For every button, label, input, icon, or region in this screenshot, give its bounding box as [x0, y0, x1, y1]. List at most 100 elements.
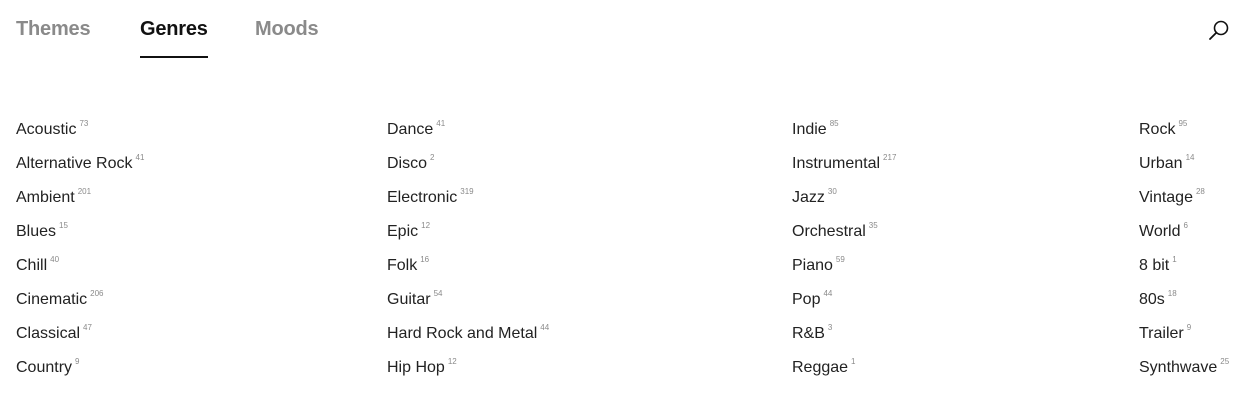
- genre-link[interactable]: Vintage 28: [1139, 180, 1229, 214]
- genre-link[interactable]: World 6: [1139, 214, 1229, 248]
- tab-genres[interactable]: Genres: [140, 18, 208, 58]
- genre-link[interactable]: Chill 40: [16, 248, 144, 282]
- genre-name: World: [1139, 223, 1181, 240]
- genre-count: 217: [883, 153, 897, 162]
- search-icon: [1209, 20, 1229, 40]
- genre-name: Guitar: [387, 291, 431, 308]
- tab-moods-label: Moods: [255, 18, 319, 40]
- genre-count: 201: [77, 187, 92, 196]
- genre-count: 12: [447, 357, 457, 366]
- genre-count: 54: [433, 289, 443, 298]
- genre-name: Jazz: [792, 189, 825, 206]
- genre-name: Folk: [387, 257, 418, 274]
- genre-link[interactable]: Hip Hop 12: [387, 350, 549, 384]
- genre-link[interactable]: Alternative Rock 41: [16, 146, 144, 180]
- genre-name: Indie: [792, 121, 827, 138]
- active-tab-underline: [140, 56, 208, 58]
- genre-link[interactable]: Reggae 1: [792, 350, 896, 384]
- genre-count: 1: [851, 357, 856, 366]
- genre-link[interactable]: Disco 2: [387, 146, 549, 180]
- genre-count: 18: [1167, 289, 1177, 298]
- genre-name: Country: [16, 359, 73, 376]
- genre-link[interactable]: Electronic 319: [387, 180, 549, 214]
- genre-name: Chill: [16, 257, 48, 274]
- genre-count: 28: [1195, 187, 1205, 196]
- genre-link[interactable]: Dance 41: [387, 112, 549, 146]
- genre-name: Vintage: [1139, 189, 1193, 206]
- genre-column-4: Rock 95 Urban 14 Vintage 28 World 6 8 bit 1 8…: [1139, 112, 1229, 384]
- genre-count: 9: [1186, 323, 1192, 332]
- genre-count: 85: [829, 119, 839, 128]
- genre-count: 95: [1178, 119, 1188, 128]
- genre-column-1: Acoustic 73 Alternative Rock 41 Ambient 201…: [16, 112, 144, 384]
- genre-link[interactable]: Instrumental 217: [792, 146, 896, 180]
- tab-themes-label: Themes: [16, 18, 91, 40]
- genre-count: 12: [421, 221, 431, 230]
- genre-link[interactable]: Rock 95: [1139, 112, 1229, 146]
- genre-name: Dance: [387, 121, 434, 138]
- genre-link[interactable]: 8 bit 1: [1139, 248, 1229, 282]
- genre-link[interactable]: Classical 47: [16, 316, 144, 350]
- genre-count: 3: [827, 323, 833, 332]
- genre-name: Acoustic: [16, 121, 77, 138]
- genre-name: Synthwave: [1139, 359, 1218, 376]
- genre-name: Ambient: [16, 189, 75, 206]
- genre-name: Reggae: [792, 359, 849, 376]
- genre-name: Hard Rock and Metal: [387, 325, 538, 342]
- genre-link[interactable]: Pop 44: [792, 282, 896, 316]
- genre-name: Disco: [387, 155, 428, 172]
- genre-count: 30: [827, 187, 837, 196]
- genre-count: 16: [420, 255, 430, 264]
- genre-count: 41: [135, 153, 145, 162]
- genre-column-2: Dance 41 Disco 2 Electronic 319 Epic 12 Folk…: [387, 112, 549, 384]
- genre-link[interactable]: R&B 3: [792, 316, 896, 350]
- genre-link[interactable]: Hard Rock and Metal 44: [387, 316, 549, 350]
- tab-moods[interactable]: Moods: [255, 18, 319, 41]
- genre-count: 41: [436, 119, 446, 128]
- genre-link[interactable]: Indie 85: [792, 112, 896, 146]
- genre-name: Instrumental: [792, 155, 881, 172]
- search-button[interactable]: [1206, 18, 1232, 44]
- genre-name: Hip Hop: [387, 359, 445, 376]
- genre-link[interactable]: Orchestral 35: [792, 214, 896, 248]
- genre-link[interactable]: Epic 12: [387, 214, 549, 248]
- genre-link[interactable]: Urban 14: [1139, 146, 1229, 180]
- genre-link[interactable]: Cinematic 206: [16, 282, 144, 316]
- genre-link[interactable]: Guitar 54: [387, 282, 549, 316]
- genre-link[interactable]: Jazz 30: [792, 180, 896, 214]
- genre-name: 8 bit: [1139, 257, 1170, 274]
- genre-count: 2: [430, 153, 435, 162]
- genre-count: 319: [460, 187, 474, 196]
- genre-link[interactable]: Country 9: [16, 350, 144, 384]
- genre-count: 6: [1183, 221, 1188, 230]
- genre-count: 14: [1185, 153, 1195, 162]
- genre-count: 15: [59, 221, 68, 230]
- tab-themes[interactable]: Themes: [16, 18, 91, 41]
- tab-genres-label: Genres: [140, 18, 208, 40]
- genre-count: 9: [75, 357, 80, 366]
- genre-name: Classical: [16, 325, 81, 342]
- genre-name: Piano: [792, 257, 833, 274]
- genre-name: Electronic: [387, 189, 458, 206]
- genre-link[interactable]: Acoustic 73: [16, 112, 144, 146]
- genre-count: 47: [83, 323, 92, 332]
- genre-count: 206: [90, 289, 104, 298]
- genre-link[interactable]: Blues 15: [16, 214, 144, 248]
- genre-link[interactable]: Trailer 9: [1139, 316, 1229, 350]
- genre-link[interactable]: Piano 59: [792, 248, 896, 282]
- genre-name: Orchestral: [792, 223, 866, 240]
- genre-count: 40: [50, 255, 60, 264]
- genre-count: 25: [1220, 357, 1230, 366]
- genre-link[interactable]: Folk 16: [387, 248, 549, 282]
- genre-count: 44: [540, 323, 550, 332]
- genre-name: Epic: [387, 223, 419, 240]
- genre-count: 73: [79, 119, 89, 128]
- genre-count: 1: [1172, 255, 1177, 264]
- genre-link[interactable]: Ambient 201: [16, 180, 144, 214]
- genre-count: 44: [823, 289, 833, 298]
- genre-column-3: Indie 85 Instrumental 217 Jazz 30 Orchestra…: [792, 112, 896, 384]
- genre-link[interactable]: Synthwave 25: [1139, 350, 1229, 384]
- genre-name: Pop: [792, 291, 821, 308]
- genre-name: R&B: [792, 325, 825, 342]
- genre-link[interactable]: 80s 18: [1139, 282, 1229, 316]
